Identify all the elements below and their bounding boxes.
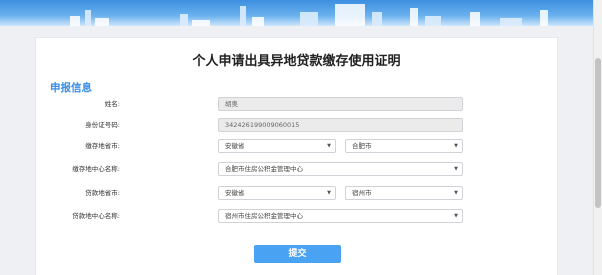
loan-center-value: 宿州市住房公积金管理中心 [225,212,303,220]
row-deposit-province: 缴存地省市: 安徽省 ▼ 合肥市 ▼ [36,139,559,154]
name-label: 姓名: [104,100,120,108]
deposit-province-value: 安徽省 [225,142,245,150]
submit-button[interactable]: 提交 [254,245,341,263]
deposit-province-select[interactable]: 安徽省 ▼ [218,139,336,153]
caret-down-icon: ▼ [454,143,458,149]
caret-down-icon: ▼ [454,190,458,196]
loan-city-select[interactable]: 宿州市 ▼ [345,186,463,200]
vertical-scrollbar[interactable] [593,0,602,275]
header-banner [0,0,593,26]
row-name: 姓名: 胡奥 [36,97,559,112]
row-loan-province: 贷款地省市: 安徽省 ▼ 宿州市 ▼ [36,186,559,201]
deposit-province-label: 缴存地省市: [85,142,120,150]
row-loan-center: 贷款地中心名称: 宿州市住房公积金管理中心 ▼ [36,209,559,224]
form-card: 个人申请出具异地贷款缴存使用证明 申报信息 姓名: 胡奥 身份证号码: 3424… [35,37,558,275]
deposit-city-select[interactable]: 合肥市 ▼ [345,139,463,153]
caret-down-icon: ▼ [327,143,331,149]
caret-down-icon: ▼ [454,166,458,172]
loan-province-label: 贷款地省市: [85,189,120,197]
deposit-city-value: 合肥市 [352,142,372,150]
deposit-center-select[interactable]: 合肥市住房公积金管理中心 ▼ [218,162,463,176]
caret-down-icon: ▼ [327,190,331,196]
loan-province-select[interactable]: 安徽省 ▼ [218,186,336,200]
section-title: 申报信息 [50,82,92,94]
row-id: 身份证号码: 342426199009060015 [36,118,559,133]
page: 个人申请出具异地贷款缴存使用证明 申报信息 姓名: 胡奥 身份证号码: 3424… [0,0,602,275]
deposit-center-value: 合肥市住房公积金管理中心 [225,165,303,173]
scrollbar-thumb[interactable] [595,58,601,208]
page-title: 个人申请出具异地贷款缴存使用证明 [192,54,401,69]
deposit-center-label: 缴存地中心名称: [72,165,120,173]
id-field: 342426199009060015 [218,118,463,132]
loan-province-value: 安徽省 [225,189,245,197]
row-deposit-center: 缴存地中心名称: 合肥市住房公积金管理中心 ▼ [36,162,559,177]
caret-down-icon: ▼ [454,213,458,219]
id-label: 身份证号码: [85,121,120,129]
loan-center-select[interactable]: 宿州市住房公积金管理中心 ▼ [218,209,463,223]
loan-center-label: 贷款地中心名称: [72,212,120,220]
name-field: 胡奥 [218,97,463,111]
loan-city-value: 宿州市 [352,189,372,197]
